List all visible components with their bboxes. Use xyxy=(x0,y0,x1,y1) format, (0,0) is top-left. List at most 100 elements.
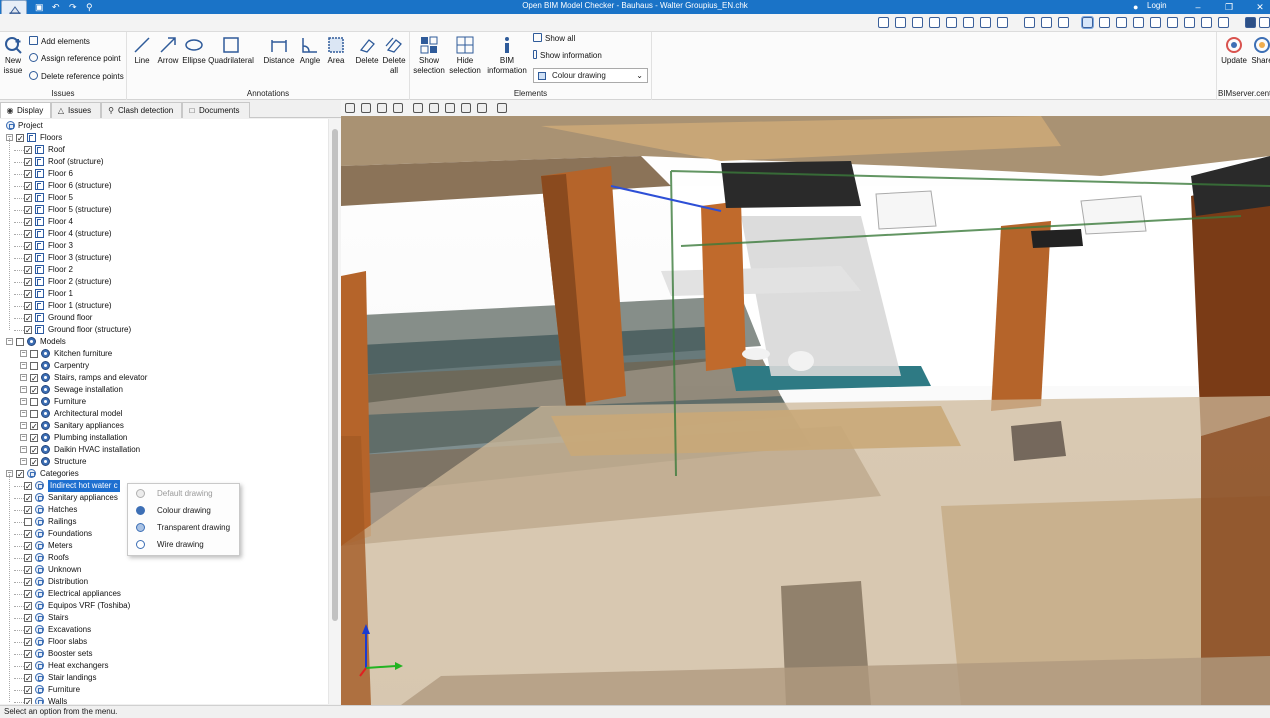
options-icon[interactable] xyxy=(497,103,507,113)
tree-category-item[interactable]: ✓ Furniture xyxy=(0,684,328,696)
tree-category-item[interactable]: ✓ Stairs xyxy=(0,612,328,624)
visibility-checkbox[interactable]: ✓ xyxy=(24,290,32,299)
distance-button[interactable]: Distance xyxy=(260,36,298,66)
camera-icon[interactable] xyxy=(377,103,387,113)
tree-floor-item[interactable]: ✓ Floor 1 xyxy=(0,288,328,300)
wire-drawing-option[interactable]: Wire drawing xyxy=(128,536,239,553)
expand-toggle[interactable]: − xyxy=(20,398,27,405)
visibility-checkbox[interactable]: ✓ xyxy=(24,182,32,191)
visibility-checkbox[interactable]: ✓ xyxy=(24,638,32,647)
tree-category-item[interactable]: ✓ Distribution xyxy=(0,576,328,588)
tree-floor-item[interactable]: ✓ Floor 2 (structure) xyxy=(0,276,328,288)
tools-icon[interactable] xyxy=(1218,17,1229,28)
expand-toggle[interactable]: − xyxy=(20,410,27,417)
tree-floor-item[interactable]: ✓ Ground floor (structure) xyxy=(0,324,328,336)
visibility-checkbox[interactable]: ✓ xyxy=(16,134,24,143)
tree-floor-item[interactable]: ✓ Ground floor xyxy=(0,312,328,324)
drawing-mode-dropdown[interactable]: Colour drawing ⌄ xyxy=(533,68,648,83)
show-information-button[interactable]: Show information xyxy=(533,50,602,62)
visibility-checkbox[interactable]: ✓ xyxy=(24,278,32,287)
arrow-button[interactable]: Arrow xyxy=(155,36,181,66)
tree-floor-item[interactable]: ✓ Floor 5 xyxy=(0,192,328,204)
visibility-checkbox[interactable]: ✓ xyxy=(24,650,32,659)
visibility-checkbox[interactable]: ✓ xyxy=(30,386,38,395)
tree-model-item[interactable]: − ✓ Stairs, ramps and elevator xyxy=(0,372,328,384)
visibility-checkbox[interactable]: ✓ xyxy=(30,422,38,431)
expand-toggle[interactable]: − xyxy=(20,446,27,453)
visibility-checkbox[interactable]: ✓ xyxy=(24,662,32,671)
tree-category-item[interactable]: ✓ Stair landings xyxy=(0,672,328,684)
tree-category-item[interactable]: ✓ Heat exchangers xyxy=(0,660,328,672)
visibility-checkbox[interactable]: ✓ xyxy=(30,458,38,467)
grid-icon[interactable] xyxy=(1099,17,1110,28)
tree-floor-item[interactable]: ✓ Floor 6 (structure) xyxy=(0,180,328,192)
tree-floor-item[interactable]: ✓ Roof xyxy=(0,144,328,156)
tree-model-item[interactable]: − ✓ Plumbing installation xyxy=(0,432,328,444)
zoom-extents-icon[interactable] xyxy=(878,17,889,28)
transparent-drawing-option[interactable]: Transparent drawing xyxy=(128,519,239,536)
box-icon[interactable] xyxy=(1133,17,1144,28)
default-drawing-option[interactable]: Default drawing xyxy=(128,485,239,502)
visibility-checkbox[interactable] xyxy=(30,362,38,370)
tree-floors-group[interactable]: − ✓ Floors xyxy=(0,132,328,144)
zoom-in-icon[interactable] xyxy=(929,17,940,28)
axes-icon[interactable] xyxy=(345,103,355,113)
visibility-checkbox[interactable]: ✓ xyxy=(24,542,32,551)
tree-category-item[interactable]: ✓ Unknown xyxy=(0,564,328,576)
expand-toggle[interactable]: − xyxy=(20,374,27,381)
tree-model-item[interactable]: − ✓ Daikin HVAC installation xyxy=(0,444,328,456)
walk-icon[interactable] xyxy=(997,17,1008,28)
search-icon[interactable]: ⚲ xyxy=(86,1,93,13)
tab-display[interactable]: ◉ Display xyxy=(0,102,51,118)
visibility-checkbox[interactable] xyxy=(30,398,38,406)
settings-icon[interactable] xyxy=(1259,17,1270,28)
expand-toggle[interactable]: − xyxy=(20,458,27,465)
visibility-checkbox[interactable]: ✓ xyxy=(30,446,38,455)
hide-selection-button[interactable]: Hide selection xyxy=(448,36,482,76)
redo-icon[interactable]: ↷ xyxy=(69,1,77,13)
visibility-checkbox[interactable]: ✓ xyxy=(24,170,32,179)
tab-clash-detection[interactable]: ⚲ Clash detection xyxy=(101,102,182,118)
angle-icon[interactable] xyxy=(1167,17,1178,28)
tree-category-item[interactable]: ✓ Walls xyxy=(0,696,328,704)
tree-model-item[interactable]: − ✓ Structure xyxy=(0,456,328,468)
visibility-checkbox[interactable]: ✓ xyxy=(16,470,24,479)
tree-category-item[interactable]: ✓ Equipos VRF (Toshiba) xyxy=(0,600,328,612)
export-icon[interactable] xyxy=(429,103,439,113)
expand-toggle[interactable]: − xyxy=(20,422,27,429)
visibility-checkbox[interactable]: ✓ xyxy=(24,626,32,635)
tree-model-item[interactable]: − Carpentry xyxy=(0,360,328,372)
print-icon[interactable] xyxy=(1201,17,1212,28)
tree-floor-item[interactable]: ✓ Floor 4 xyxy=(0,216,328,228)
tree-scrollbar[interactable] xyxy=(328,119,341,704)
tree-model-item[interactable]: − ✓ Sewage installation xyxy=(0,384,328,396)
point-icon[interactable] xyxy=(1116,17,1127,28)
orbit-icon[interactable] xyxy=(980,17,991,28)
share-button[interactable]: Share xyxy=(1251,36,1270,66)
ruler-icon[interactable] xyxy=(1150,17,1161,28)
visibility-checkbox[interactable]: ✓ xyxy=(24,242,32,251)
update-button[interactable]: Update xyxy=(1219,36,1249,66)
visibility-checkbox[interactable]: ✓ xyxy=(24,614,32,623)
show-all-button[interactable]: Show all xyxy=(533,33,575,45)
minimize-icon[interactable]: – xyxy=(1188,0,1208,14)
cube-icon[interactable] xyxy=(461,103,471,113)
visibility-checkbox[interactable]: ✓ xyxy=(24,206,32,215)
expand-toggle[interactable]: − xyxy=(20,386,27,393)
visibility-checkbox[interactable]: ✓ xyxy=(30,374,38,383)
tree-category-item[interactable]: ✓ Excavations xyxy=(0,624,328,636)
tree-floor-item[interactable]: ✓ Floor 5 (structure) xyxy=(0,204,328,216)
colour-drawing-option[interactable]: Colour drawing xyxy=(128,502,239,519)
tree-category-item[interactable]: ✓ Electrical appliances xyxy=(0,588,328,600)
scrollbar-thumb[interactable] xyxy=(332,129,338,621)
visibility-checkbox[interactable]: ✓ xyxy=(24,146,32,155)
visibility-checkbox[interactable]: ✓ xyxy=(24,254,32,263)
visibility-checkbox[interactable] xyxy=(30,410,38,418)
visibility-checkbox[interactable]: ✓ xyxy=(24,326,32,335)
visibility-checkbox[interactable]: ✓ xyxy=(24,506,32,515)
ellipse-button[interactable]: Ellipse xyxy=(181,36,207,66)
visibility-icon[interactable] xyxy=(477,103,487,113)
tree-floor-item[interactable]: ✓ Floor 6 xyxy=(0,168,328,180)
tree-floor-item[interactable]: ✓ Floor 1 (structure) xyxy=(0,300,328,312)
tree-model-item[interactable]: − ✓ Sanitary appliances xyxy=(0,420,328,432)
